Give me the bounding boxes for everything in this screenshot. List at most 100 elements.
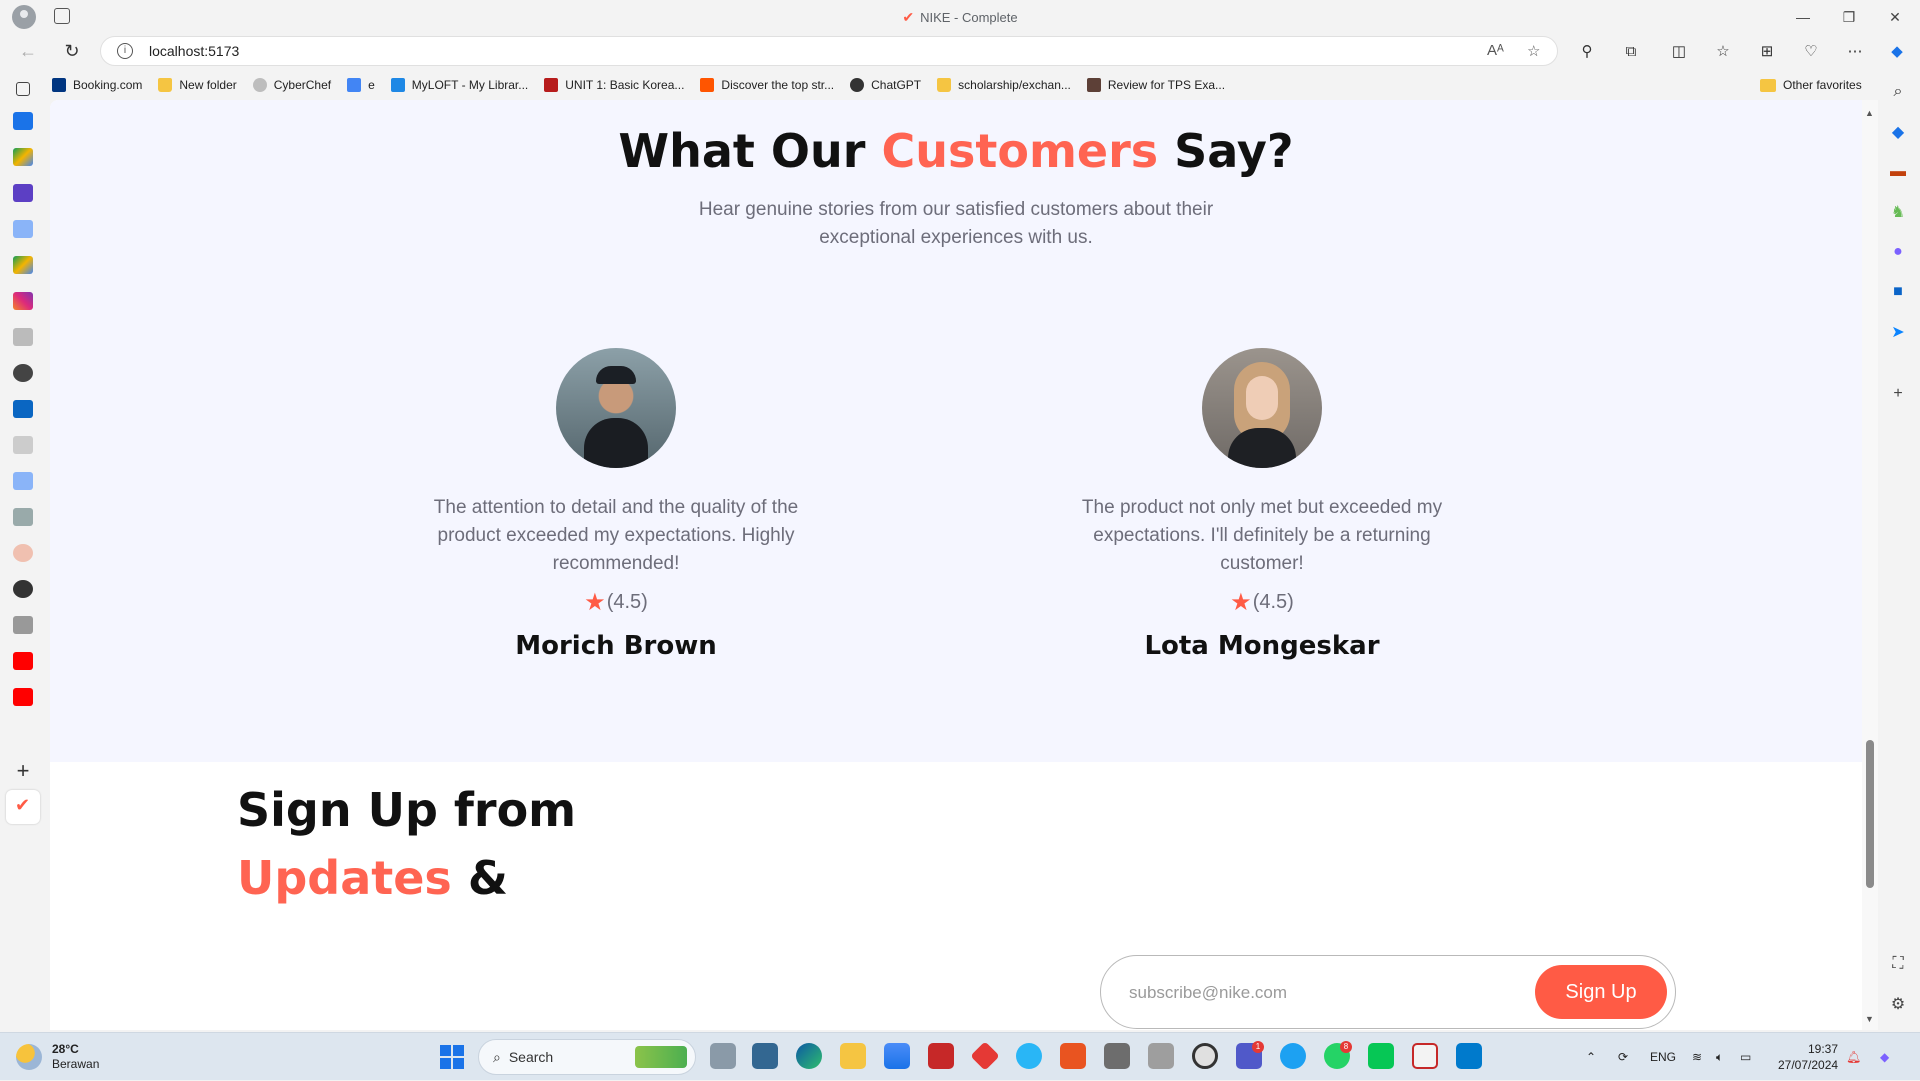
drive-icon[interactable] <box>13 148 33 166</box>
battery-icon[interactable]: ▭ <box>1740 1033 1751 1081</box>
settings-icon[interactable]: ⚙ <box>1888 994 1908 1014</box>
docs-icon[interactable] <box>13 472 33 490</box>
postgres-icon[interactable] <box>752 1043 778 1069</box>
bookmark-booking[interactable]: Booking.com <box>52 78 142 92</box>
github-desktop-icon[interactable] <box>1192 1043 1218 1069</box>
scroll-up-icon[interactable]: ▲ <box>1865 108 1874 118</box>
windows-start-icon[interactable] <box>440 1045 464 1069</box>
refresh-icon[interactable]: ↻ <box>58 39 86 63</box>
language-indicator[interactable]: ENG <box>1650 1033 1676 1081</box>
bookmark-label: New folder <box>179 78 237 92</box>
bookmark-review-tps[interactable]: Review for TPS Exa... <box>1086 78 1225 92</box>
read-aloud-icon[interactable]: Aᴬ <box>1487 42 1504 59</box>
address-bar[interactable]: i localhost:5173 Aᴬ ☆ <box>100 36 1558 66</box>
tools-icon[interactable]: ▬ <box>1888 162 1908 182</box>
twitter-icon[interactable] <box>1280 1043 1306 1069</box>
minimize-button[interactable]: — <box>1780 0 1826 34</box>
tab-favicon-7[interactable] <box>13 328 33 346</box>
teams-badge: 1 <box>1252 1041 1264 1053</box>
youtube-icon[interactable] <box>13 688 33 706</box>
tab-favicon-13[interactable] <box>13 544 33 562</box>
instagram-icon[interactable] <box>13 292 33 310</box>
close-button[interactable]: ✕ <box>1872 0 1918 34</box>
github-icon[interactable] <box>13 364 33 382</box>
split-screen-icon[interactable]: ◫ <box>1666 39 1692 63</box>
browser-essentials-icon[interactable]: ♡ <box>1798 39 1824 63</box>
favorite-star-icon[interactable]: ☆ <box>1527 42 1540 60</box>
bookmark-myloft[interactable]: MyLOFT - My Librar... <box>390 78 529 92</box>
weather-widget[interactable]: 28°C Berawan <box>16 1042 99 1072</box>
chatgpt-icon[interactable] <box>13 580 33 598</box>
docs-icon[interactable] <box>13 220 33 238</box>
bookmark-chatgpt[interactable]: ChatGPT <box>850 78 921 92</box>
file-explorer-icon[interactable] <box>840 1043 866 1069</box>
media-player-icon[interactable] <box>1104 1043 1130 1069</box>
add-sidebar-icon[interactable]: + <box>1888 384 1908 404</box>
app-red-icon[interactable] <box>970 1041 1000 1071</box>
scroll-down-icon[interactable]: ▼ <box>1865 1014 1874 1024</box>
bookmark-label: MyLOFT - My Librar... <box>411 78 529 92</box>
microsoft365-icon[interactable]: ● <box>1888 242 1908 262</box>
subscribe-email-input[interactable] <box>1129 976 1509 1010</box>
store-icon[interactable] <box>884 1043 910 1069</box>
taskbar-search[interactable]: ⌕ Search <box>478 1039 696 1075</box>
more-menu-icon[interactable]: ⋯ <box>1842 39 1868 63</box>
vscode-icon[interactable] <box>1456 1043 1482 1069</box>
extension-pin-icon[interactable]: ⚲ <box>1574 39 1600 63</box>
ubuntu-icon[interactable] <box>1060 1043 1086 1069</box>
drive-icon[interactable] <box>13 256 33 274</box>
page-scrollbar[interactable]: ▲ ▼ <box>1862 100 1878 1030</box>
shopping-icon[interactable]: ◆ <box>1888 122 1908 142</box>
address-url[interactable]: localhost:5173 <box>149 43 239 59</box>
outlook-icon[interactable]: ■ <box>1888 282 1908 302</box>
wifi-icon[interactable]: ≋ <box>1692 1033 1702 1081</box>
bookmark-e[interactable]: e <box>347 78 375 92</box>
tray-overflow-icon[interactable]: ⌃ <box>1586 1033 1596 1081</box>
signup-title-line2: Updates & <box>237 844 576 912</box>
favorites-icon[interactable]: ☆ <box>1710 39 1736 63</box>
extensions-icon[interactable]: ⧉ <box>1618 39 1644 63</box>
signup-button[interactable]: Sign Up <box>1535 965 1667 1019</box>
task-view-icon[interactable] <box>710 1043 736 1069</box>
mcafee-icon[interactable] <box>928 1043 954 1069</box>
bookmark-new-folder[interactable]: New folder <box>158 78 237 92</box>
tab-active-nike[interactable]: ✔ <box>6 790 40 824</box>
youtube-icon[interactable] <box>13 652 33 670</box>
tab-favicon-12[interactable] <box>13 508 33 526</box>
taskbar-clock[interactable]: 19:37 27/07/2024 <box>1778 1041 1838 1073</box>
tab-favicon-3[interactable] <box>13 184 33 202</box>
tab-favicon-1[interactable] <box>13 112 33 130</box>
tab-favicon-15[interactable] <box>13 616 33 634</box>
help-icon[interactable] <box>1016 1043 1042 1069</box>
scrollbar-thumb[interactable] <box>1866 740 1874 888</box>
other-favorites[interactable]: Other favorites <box>1760 72 1862 98</box>
volume-icon[interactable]: 🔈︎ <box>1716 1033 1723 1081</box>
send-icon[interactable]: ➤ <box>1888 322 1908 342</box>
edge-icon[interactable] <box>796 1043 822 1069</box>
file-icon[interactable] <box>13 436 33 454</box>
page-viewport: What Our Customers Say? Hear genuine sto… <box>50 100 1862 1030</box>
notification-bell-icon[interactable]: 🔔︎ <box>1846 1033 1861 1081</box>
copilot-icon[interactable]: ◆ <box>1884 39 1910 63</box>
screenshot-icon[interactable]: ⛶ <box>1888 954 1908 974</box>
games-icon[interactable]: ♞ <box>1888 202 1908 222</box>
site-info-icon[interactable]: i <box>117 43 133 59</box>
search-icon[interactable]: ⌕ <box>1888 82 1908 102</box>
bookmark-soundcloud[interactable]: Discover the top str... <box>700 78 834 92</box>
bookmark-scholarship[interactable]: scholarship/exchan... <box>937 78 1071 92</box>
copilot-taskbar-icon[interactable]: ◆ <box>1880 1033 1889 1081</box>
tab-actions-icon[interactable] <box>16 82 30 96</box>
back-icon[interactable]: ← <box>14 39 42 63</box>
bookmark-cyberchef[interactable]: CyberChef <box>252 78 331 92</box>
new-tab-icon[interactable]: + <box>13 760 33 782</box>
sync-icon[interactable]: ⟳ <box>1618 1033 1628 1081</box>
restore-button[interactable]: ❐ <box>1826 0 1872 34</box>
paint-icon[interactable] <box>1148 1043 1174 1069</box>
edge-sidebar: ⌕ ◆ ▬ ♞ ● ■ ➤ + ⛶ ⚙ <box>1878 68 1920 1032</box>
bookmark-unit1[interactable]: UNIT 1: Basic Korea... <box>544 78 684 92</box>
snipping-icon[interactable] <box>1412 1043 1438 1069</box>
linkedin-icon[interactable] <box>13 400 33 418</box>
title-part: What Our <box>618 124 882 178</box>
collections-icon[interactable]: ⊞ <box>1754 39 1780 63</box>
line-icon[interactable] <box>1368 1043 1394 1069</box>
